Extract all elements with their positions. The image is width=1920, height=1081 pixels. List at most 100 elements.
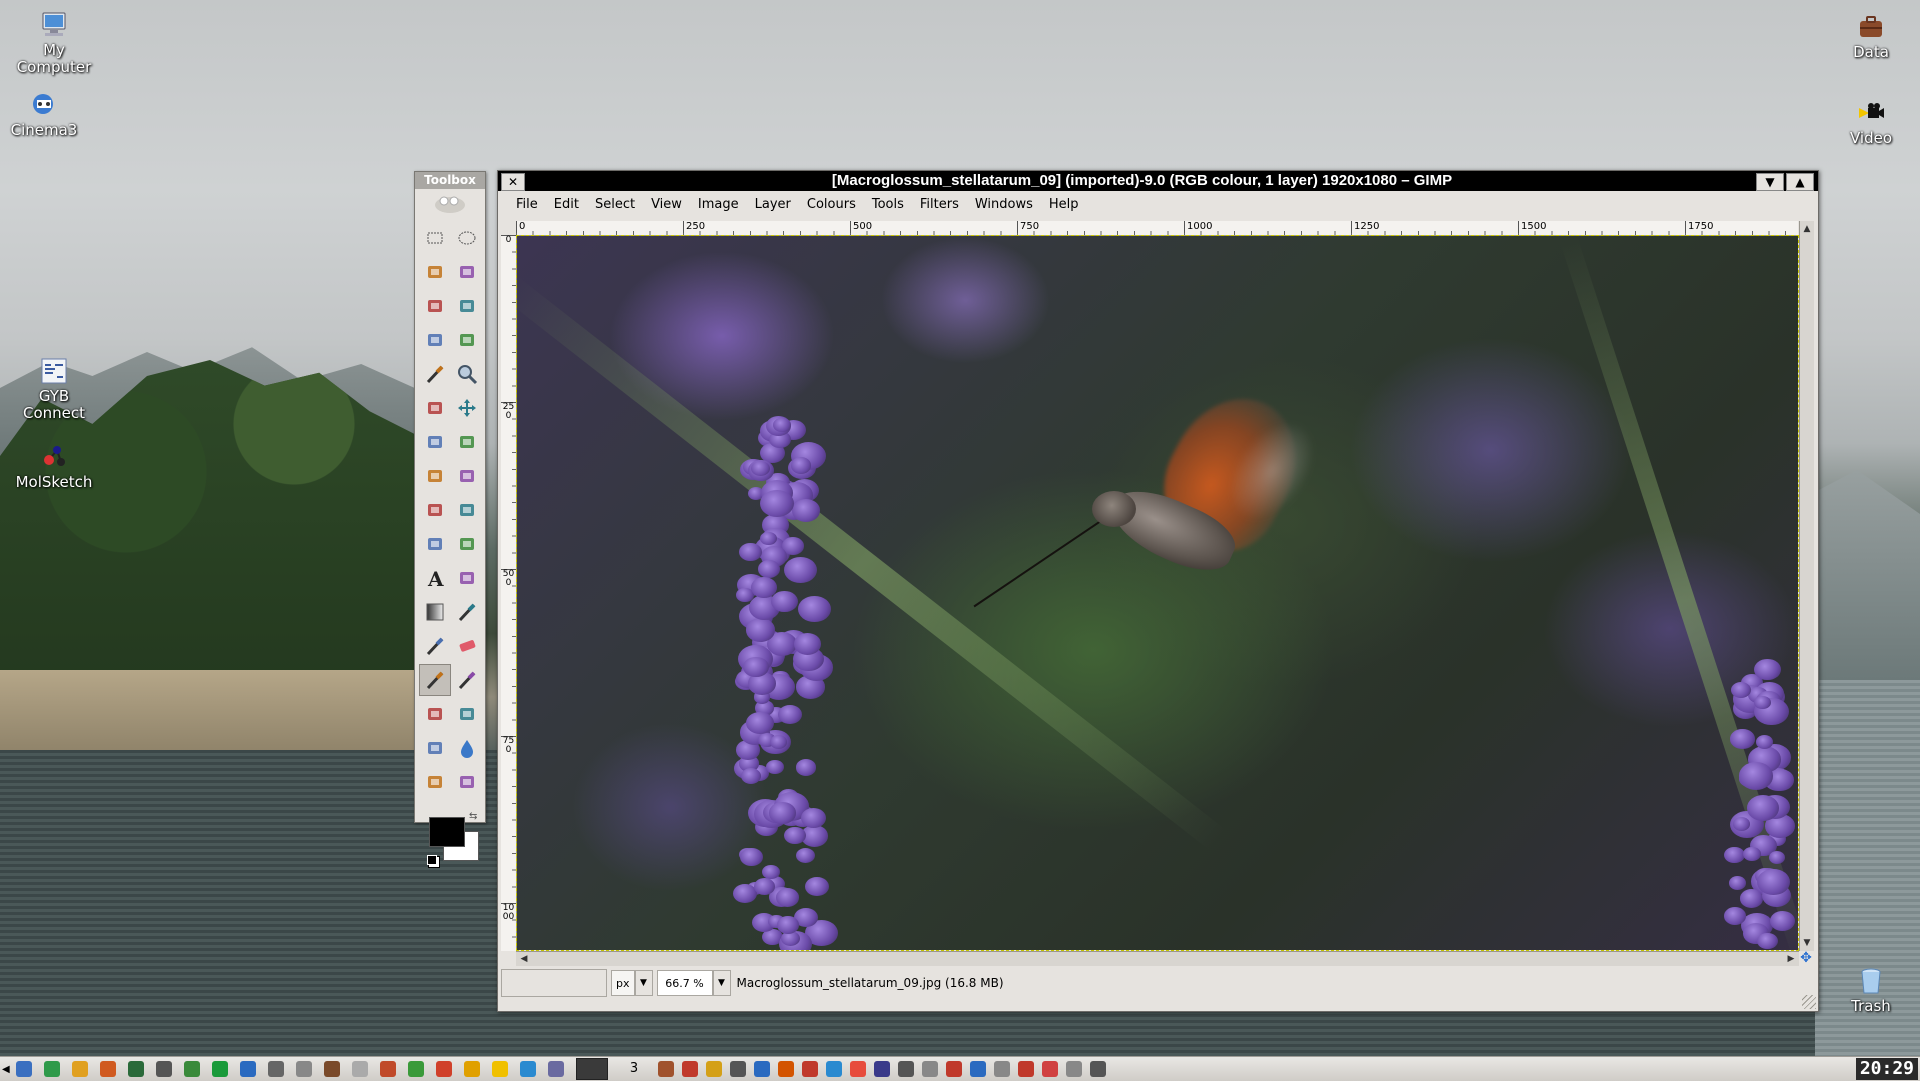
tray-icon[interactable] <box>850 1061 866 1077</box>
taskbar-launcher-icon[interactable] <box>44 1061 60 1077</box>
clock[interactable]: 20:29 <box>1855 1058 1918 1080</box>
tray-icon[interactable] <box>754 1061 770 1077</box>
taskbar-launcher-icon[interactable] <box>72 1061 88 1077</box>
color-picker-tool[interactable] <box>419 358 451 390</box>
taskbar-launcher-icon[interactable] <box>380 1061 396 1077</box>
tray-icon[interactable] <box>970 1061 986 1077</box>
image-canvas[interactable] <box>516 235 1799 951</box>
tray-icon[interactable] <box>874 1061 890 1077</box>
tray-icon[interactable] <box>1090 1061 1106 1077</box>
taskbar-launcher-icon[interactable] <box>520 1061 536 1077</box>
reset-colors-icon[interactable] <box>427 855 437 865</box>
taskbar-scroll-left-icon[interactable]: ◀ <box>2 1064 10 1075</box>
paths-tool[interactable] <box>451 324 483 356</box>
align-tool[interactable] <box>419 426 451 458</box>
airbrush-tool[interactable] <box>419 664 451 696</box>
taskbar-launcher-icon[interactable] <box>100 1061 116 1077</box>
desktop-icon-video[interactable]: Video <box>1821 98 1920 147</box>
scroll-down-icon[interactable]: ▼ <box>1801 937 1813 949</box>
tray-icon[interactable] <box>1042 1061 1058 1077</box>
swap-colors-icon[interactable]: ⇆ <box>469 811 477 822</box>
text-tool[interactable]: A <box>419 562 451 594</box>
taskbar-launcher-icon[interactable] <box>16 1061 32 1077</box>
desktop-icon-molsketch[interactable]: MolSketch <box>4 442 104 491</box>
taskbar-launcher-icon[interactable] <box>184 1061 200 1077</box>
tray-icon[interactable] <box>778 1061 794 1077</box>
dodge-burn-tool[interactable] <box>451 766 483 798</box>
tray-icon[interactable] <box>730 1061 746 1077</box>
crop-tool[interactable] <box>451 426 483 458</box>
perspective-tool[interactable] <box>451 494 483 526</box>
wilber-drop-area[interactable] <box>415 189 485 215</box>
horizontal-scrollbar[interactable]: ◀ ▶ <box>516 951 1799 966</box>
bucket-fill-tool[interactable] <box>451 562 483 594</box>
menu-filters[interactable]: Filters <box>912 193 967 217</box>
smudge-tool[interactable] <box>419 766 451 798</box>
tray-icon[interactable] <box>802 1061 818 1077</box>
taskbar-launcher-icon[interactable] <box>296 1061 312 1077</box>
taskbar-launcher-icon[interactable] <box>240 1061 256 1077</box>
tray-icon[interactable] <box>658 1061 674 1077</box>
chevron-down-icon[interactable]: ▼ <box>634 970 653 996</box>
taskbar-launcher-icon[interactable] <box>156 1061 172 1077</box>
pencil-tool[interactable] <box>451 596 483 628</box>
foreground-color-swatch[interactable] <box>429 817 465 847</box>
horizontal-ruler[interactable]: 0 250 500 750 1000 1250 1500 1750 <box>516 221 1798 236</box>
scroll-right-icon[interactable]: ▶ <box>1785 953 1797 965</box>
tray-icon[interactable] <box>1066 1061 1082 1077</box>
tray-icon[interactable] <box>994 1061 1010 1077</box>
select-by-color-tool[interactable] <box>419 290 451 322</box>
menu-edit[interactable]: Edit <box>546 193 587 217</box>
measure-tool[interactable] <box>419 392 451 424</box>
menu-image[interactable]: Image <box>690 193 747 217</box>
window-close-button[interactable]: ✕ <box>501 173 525 191</box>
heal-tool[interactable] <box>451 698 483 730</box>
taskbar-launcher-icon[interactable] <box>464 1061 480 1077</box>
blend-tool[interactable] <box>419 596 451 628</box>
unit-selector[interactable]: px <box>611 970 635 996</box>
window-menu-button[interactable]: ▼ <box>1756 173 1784 191</box>
move-tool[interactable] <box>451 392 483 424</box>
desktop-icon-gyb-connect[interactable]: GYB Connect <box>4 356 104 422</box>
scale-tool[interactable] <box>451 460 483 492</box>
taskbar-launcher-icon[interactable] <box>324 1061 340 1077</box>
paintbrush-tool[interactable] <box>419 630 451 662</box>
cage-transform-tool[interactable] <box>451 528 483 560</box>
zoom-field[interactable]: 66.7 % <box>656 970 713 996</box>
chevron-down-icon[interactable]: ▼ <box>712 970 731 996</box>
perspective-clone-tool[interactable] <box>419 732 451 764</box>
taskbar-launcher-icon[interactable] <box>352 1061 368 1077</box>
desktop-icon-cinema3[interactable]: Cinema3 <box>0 90 94 139</box>
blur-sharpen-tool[interactable] <box>451 732 483 764</box>
scroll-up-icon[interactable]: ▲ <box>1801 223 1813 235</box>
flip-tool[interactable] <box>419 528 451 560</box>
fuzzy-select-tool[interactable] <box>451 256 483 288</box>
ellipse-select-tool[interactable] <box>451 222 483 254</box>
tray-icon[interactable] <box>1018 1061 1034 1077</box>
menu-layer[interactable]: Layer <box>747 193 799 217</box>
menu-tools[interactable]: Tools <box>864 193 912 217</box>
window-maximize-button[interactable]: ▲ <box>1786 173 1814 191</box>
taskbar-launcher-icon[interactable] <box>436 1061 452 1077</box>
menu-colours[interactable]: Colours <box>799 193 864 217</box>
toolbox-title[interactable]: Toolbox <box>415 172 485 189</box>
vertical-scrollbar[interactable]: ▲ ▼ <box>1799 221 1814 951</box>
desktop-icon-my-computer[interactable]: My Computer <box>4 10 104 76</box>
taskbar-launcher-icon[interactable] <box>268 1061 284 1077</box>
window-titlebar[interactable]: ✕ [Macroglossum_stellatarum_09] (importe… <box>498 171 1818 191</box>
tray-icon[interactable] <box>922 1061 938 1077</box>
ink-tool[interactable] <box>451 664 483 696</box>
tray-icon[interactable] <box>706 1061 722 1077</box>
taskbar-launcher-icon[interactable] <box>408 1061 424 1077</box>
resize-grip-icon[interactable] <box>1802 995 1816 1009</box>
vertical-ruler[interactable]: 0 250 500 750 1000 <box>501 235 517 951</box>
desktop-icon-trash[interactable]: Trash <box>1821 966 1920 1015</box>
taskbar-active-window[interactable] <box>576 1058 608 1080</box>
rect-select-tool[interactable] <box>419 222 451 254</box>
rotate-tool[interactable] <box>419 460 451 492</box>
menu-select[interactable]: Select <box>587 193 643 217</box>
tray-icon[interactable] <box>826 1061 842 1077</box>
eraser-tool[interactable] <box>451 630 483 662</box>
taskbar-launcher-icon[interactable] <box>548 1061 564 1077</box>
menu-windows[interactable]: Windows <box>967 193 1041 217</box>
